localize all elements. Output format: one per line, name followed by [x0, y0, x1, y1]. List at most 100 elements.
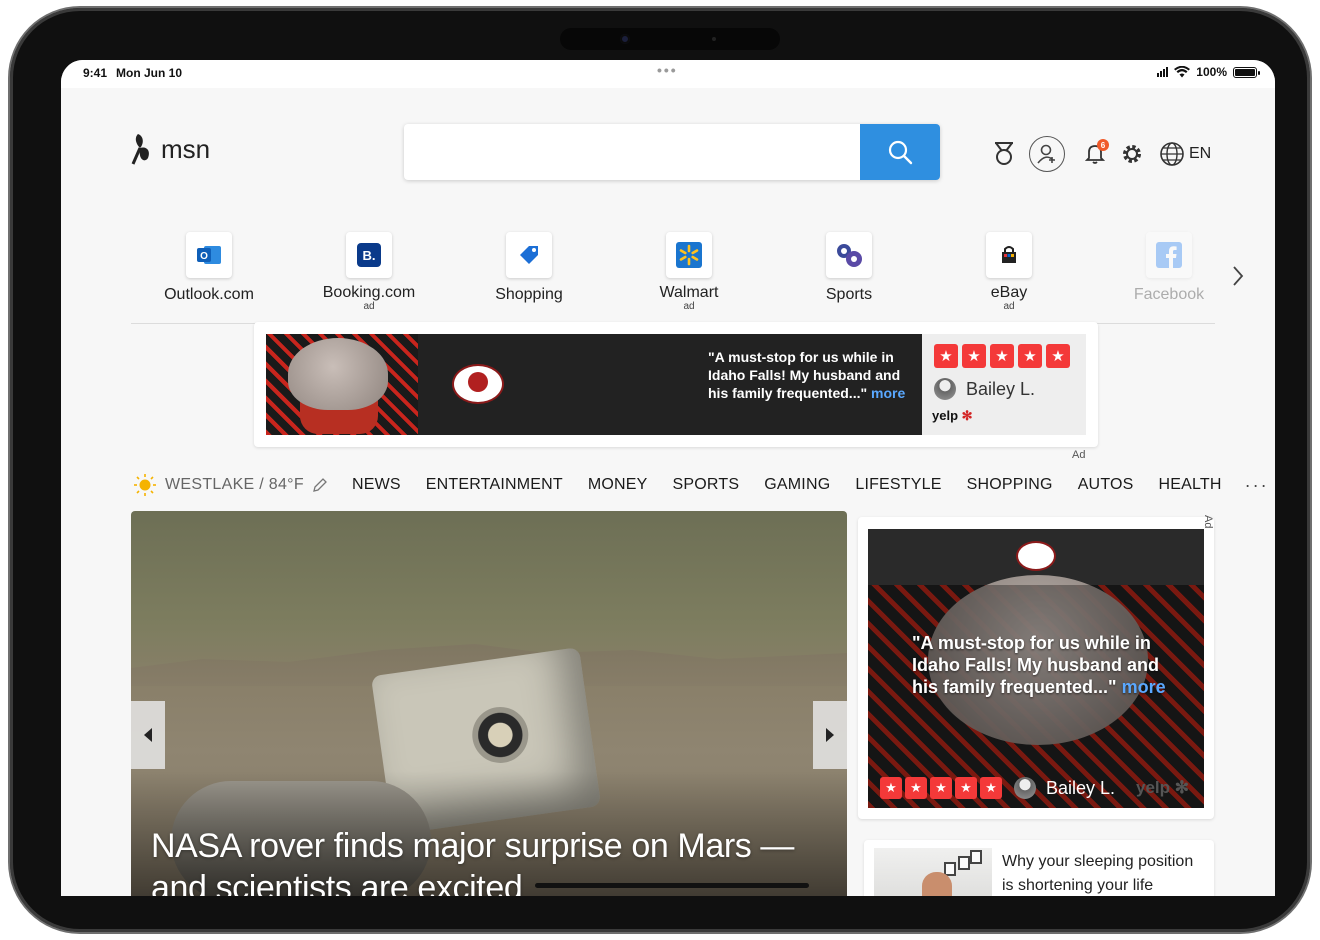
- star-icon: ★: [962, 344, 986, 368]
- restaurant-logo: [1016, 541, 1056, 571]
- reviewer-name: Bailey L.: [1046, 777, 1116, 798]
- banner-ad-more-link[interactable]: more: [871, 385, 905, 401]
- logo-text: msn: [161, 133, 211, 164]
- multitasking-dots[interactable]: •••: [657, 62, 678, 78]
- language-button[interactable]: EN: [1159, 141, 1211, 167]
- sports-icon: [837, 244, 862, 267]
- restaurant-logo: [452, 364, 504, 404]
- ice-cream-photo: [266, 334, 418, 435]
- quick-link-label: Facebook: [1133, 286, 1205, 303]
- side-ad-more-link[interactable]: more: [1122, 677, 1166, 697]
- story-headline: Why your sleeping position is shortening…: [1002, 853, 1194, 894]
- quick-link-label: Walmart: [659, 284, 719, 301]
- nav-money[interactable]: MONEY: [588, 476, 648, 494]
- status-bar: 9:41 Mon Jun 10 ••• 100%: [61, 60, 1275, 88]
- nav-news[interactable]: NEWS: [352, 476, 401, 494]
- carousel-next-button[interactable]: [813, 701, 847, 769]
- cellular-signal-icon: [1157, 67, 1169, 77]
- battery-icon: [1233, 66, 1260, 78]
- search-button[interactable]: [860, 124, 940, 180]
- tablet-frame: 9:41 Mon Jun 10 ••• 100% msn 6 EN O Outl…: [10, 8, 1310, 932]
- browser-screen: 9:41 Mon Jun 10 ••• 100% msn 6 EN O Outl…: [61, 60, 1275, 896]
- yelp-logo: yelp ✻: [932, 408, 973, 423]
- shopping-tag-icon: [520, 246, 538, 264]
- rating-stars: ★ ★ ★ ★ ★: [934, 344, 1070, 368]
- nav-more-button[interactable]: ···: [1245, 475, 1269, 496]
- story-card[interactable]: Why your sleeping position is shortening…: [864, 840, 1214, 896]
- globe-icon: [1160, 142, 1184, 166]
- quick-link-ebay[interactable]: eBay ad: [949, 232, 1069, 312]
- side-ad-quote: "A must-stop for us while in Idaho Falls…: [912, 633, 1166, 697]
- quick-link-facebook[interactable]: Facebook: [1109, 232, 1229, 304]
- pencil-edit-icon[interactable]: [312, 477, 328, 493]
- quick-link-outlook[interactable]: O Outlook.com: [149, 232, 269, 304]
- quick-link-shopping[interactable]: Shopping: [469, 232, 589, 304]
- quick-link-label: eBay: [990, 284, 1028, 301]
- quick-links-next-button[interactable]: [1231, 265, 1245, 292]
- ebay-icon: [1002, 246, 1016, 263]
- star-icon: ★: [980, 777, 1002, 799]
- msn-logo[interactable]: msn: [129, 132, 210, 166]
- quick-link-walmart[interactable]: Walmart ad: [629, 232, 749, 312]
- nav-entertainment[interactable]: ENTERTAINMENT: [426, 476, 563, 494]
- carousel-prev-button[interactable]: [131, 701, 165, 769]
- story-thumbnail: [874, 848, 992, 896]
- quick-link-label: Outlook.com: [164, 286, 254, 303]
- rewards-button[interactable]: [993, 141, 1015, 167]
- nav-lifestyle[interactable]: LIFESTYLE: [855, 476, 941, 494]
- side-ad-creative[interactable]: "A must-stop for us while in Idaho Falls…: [868, 529, 1204, 808]
- star-icon: ★: [1046, 344, 1070, 368]
- notifications-button[interactable]: 6: [1085, 139, 1109, 165]
- nav-sports[interactable]: SPORTS: [673, 476, 740, 494]
- category-nav: WESTLAKE / 84°F NEWS ENTERTAINMENT MONEY…: [133, 472, 1269, 498]
- search-bar: [404, 124, 940, 180]
- settings-button[interactable]: [1121, 143, 1143, 165]
- star-icon: ★: [880, 777, 902, 799]
- ad-tag: ad: [683, 301, 695, 312]
- language-label: EN: [1189, 145, 1212, 162]
- quick-link-label: Booking.com: [322, 284, 416, 301]
- sun-icon: [134, 474, 156, 496]
- nav-health[interactable]: HEALTH: [1159, 476, 1222, 494]
- banner-ad[interactable]: "A must-stop for us while in Idaho Falls…: [254, 322, 1098, 447]
- battery-percent: 100%: [1196, 65, 1227, 79]
- gear-icon: [1123, 145, 1141, 163]
- header-actions: 6 EN: [993, 136, 1211, 172]
- facebook-icon: [1156, 242, 1182, 268]
- star-icon: ★: [930, 777, 952, 799]
- weather-widget[interactable]: WESTLAKE / 84°F: [133, 473, 328, 497]
- add-user-icon: [1037, 144, 1055, 164]
- reviewer-avatar: [1014, 777, 1036, 799]
- ad-tag: ad: [363, 301, 375, 312]
- reviewer-avatar: [934, 378, 956, 400]
- side-ad-card[interactable]: "A must-stop for us while in Idaho Falls…: [858, 517, 1214, 819]
- rating-stars: ★ ★ ★ ★ ★: [880, 777, 1002, 799]
- star-icon: ★: [955, 777, 977, 799]
- quick-link-booking[interactable]: B. Booking.com ad: [309, 232, 429, 312]
- msn-butterfly-icon: [131, 134, 149, 165]
- wifi-icon: [1174, 66, 1191, 78]
- nav-gaming[interactable]: GAMING: [764, 476, 830, 494]
- ad-label: Ad: [1072, 449, 1086, 461]
- chevron-left-icon: [144, 728, 152, 742]
- quick-link-label: Shopping: [495, 286, 563, 303]
- star-icon: ★: [1018, 344, 1042, 368]
- rewards-medal-icon: [995, 142, 1013, 165]
- nav-shopping[interactable]: SHOPPING: [967, 476, 1053, 494]
- quick-link-sports[interactable]: Sports: [789, 232, 909, 304]
- banner-ad-creative[interactable]: "A must-stop for us while in Idaho Falls…: [266, 334, 1086, 435]
- search-input[interactable]: [404, 124, 860, 180]
- star-icon: ★: [990, 344, 1014, 368]
- reviewer: Bailey L.: [1014, 777, 1115, 799]
- star-icon: ★: [934, 344, 958, 368]
- chevron-right-icon: [1233, 266, 1244, 286]
- nav-autos[interactable]: AUTOS: [1078, 476, 1134, 494]
- quick-links-bar: O Outlook.com B. Booking.com ad Shopping…: [131, 232, 1215, 324]
- reviewer: Bailey L.: [934, 378, 1035, 400]
- hero-carousel[interactable]: NASA rover finds major surprise on Mars …: [131, 511, 847, 896]
- account-button[interactable]: [1029, 136, 1065, 172]
- home-indicator[interactable]: [535, 883, 809, 888]
- svg-text:B.: B.: [363, 248, 376, 263]
- ad-label-vertical: Ad: [1202, 515, 1214, 529]
- status-time: 9:41: [83, 66, 108, 80]
